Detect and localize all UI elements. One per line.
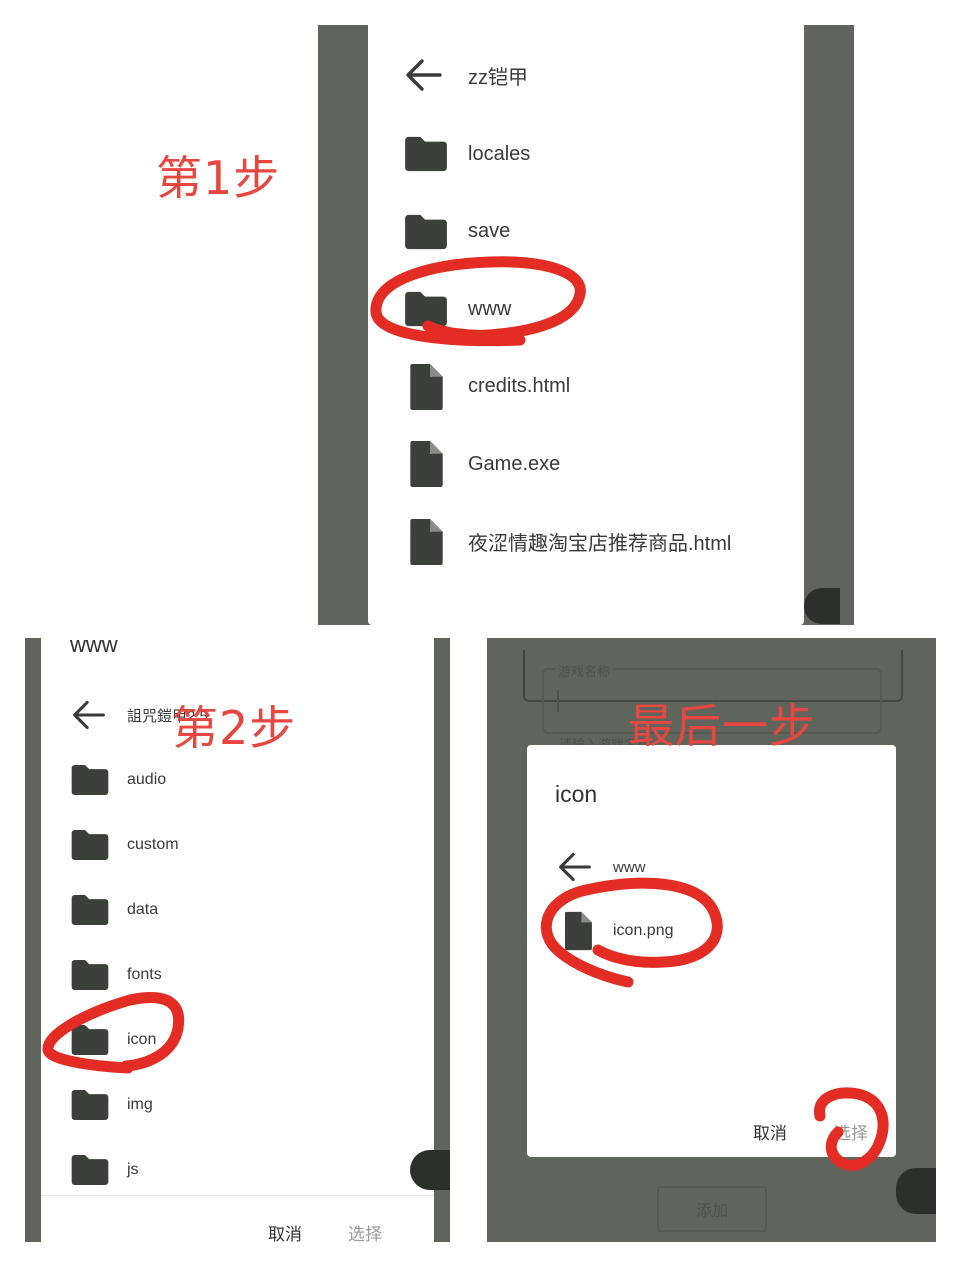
screenshot-step1: zz铠甲 locales save www credits.html Game.exe 夜… <box>318 25 854 625</box>
folder-item[interactable]: audio <box>69 760 166 800</box>
divider <box>41 1195 434 1196</box>
dialog-title: www <box>70 638 118 657</box>
file-icon <box>407 518 445 566</box>
item-name: data <box>127 901 159 918</box>
item-name: locales <box>468 142 531 165</box>
picker-header: zz铠甲 <box>404 55 528 95</box>
arrow-left-icon[interactable] <box>557 849 593 885</box>
folder-icon <box>403 135 449 173</box>
file-item[interactable]: credits.html <box>402 364 570 410</box>
file-item[interactable]: Game.exe <box>402 441 560 487</box>
item-name: audio <box>127 771 167 788</box>
item-name: save <box>468 220 511 242</box>
dialog-title: icon <box>555 781 598 807</box>
item-name: 夜涩情趣淘宝店推荐商品.html <box>468 533 732 555</box>
floating-button-edge <box>410 1150 450 1190</box>
folder-item[interactable]: save <box>402 209 510 255</box>
folder-icon <box>70 958 110 992</box>
picker-header: www <box>557 847 646 887</box>
folder-item[interactable]: img <box>69 1085 153 1125</box>
folder-item[interactable]: www <box>402 286 511 332</box>
step2-label: 第2步 <box>172 701 297 755</box>
folder-item[interactable]: icon <box>69 1020 156 1060</box>
folder-item[interactable]: fonts <box>69 955 162 995</box>
select-button[interactable]: 选择 <box>834 1119 868 1144</box>
cancel-button[interactable]: 取消 <box>268 1220 302 1242</box>
floating-button-edge <box>804 588 840 624</box>
add-button[interactable]: 添加 <box>657 1186 767 1232</box>
folder-icon <box>403 290 449 328</box>
folder-item[interactable]: locales <box>402 131 530 177</box>
folder-icon <box>70 763 110 797</box>
item-name: Game.exe <box>468 452 561 475</box>
file-item[interactable]: 夜涩情趣淘宝店推荐商品.html <box>402 519 731 565</box>
file-icon <box>407 440 445 488</box>
folder-icon <box>70 1153 110 1187</box>
folder-icon <box>70 1023 110 1057</box>
item-name: img <box>127 1096 153 1113</box>
arrow-left-icon[interactable] <box>71 697 107 733</box>
folder-icon <box>403 213 449 251</box>
item-name: icon.png <box>613 922 674 939</box>
item-name: fonts <box>127 966 162 983</box>
item-name: custom <box>127 836 179 853</box>
item-name: js <box>127 1161 139 1178</box>
file-picker-dialog: icon www icon.png 取消 选择 <box>527 745 896 1157</box>
file-picker-dialog: zz铠甲 locales save www credits.html Game.exe 夜… <box>368 25 804 625</box>
game-name-field-label: 游戏名称 <box>555 661 614 680</box>
add-button-label: 添加 <box>695 1203 728 1220</box>
item-name: www <box>468 297 512 320</box>
arrow-left-icon[interactable] <box>404 55 444 95</box>
folder-item[interactable]: custom <box>69 825 179 865</box>
step1-label: 第1步 <box>156 151 281 205</box>
folder-item[interactable]: data <box>69 890 158 930</box>
item-name: credits.html <box>468 375 571 397</box>
file-icon <box>407 363 445 411</box>
file-item[interactable]: icon.png <box>557 911 674 951</box>
file-icon <box>562 911 594 951</box>
item-name: icon <box>127 1031 157 1048</box>
floating-button-edge <box>896 1168 936 1214</box>
folder-icon <box>70 1088 110 1122</box>
text-cursor <box>557 690 559 712</box>
folder-icon <box>70 828 110 862</box>
cancel-button[interactable]: 取消 <box>753 1119 787 1144</box>
select-button[interactable]: 选择 <box>348 1220 382 1242</box>
folder-item[interactable]: js <box>69 1150 139 1190</box>
current-folder-name: zz铠甲 <box>468 66 528 89</box>
step3-label: 最后一步 <box>628 699 816 753</box>
current-folder-name: www <box>613 858 646 876</box>
folder-icon <box>70 893 110 927</box>
